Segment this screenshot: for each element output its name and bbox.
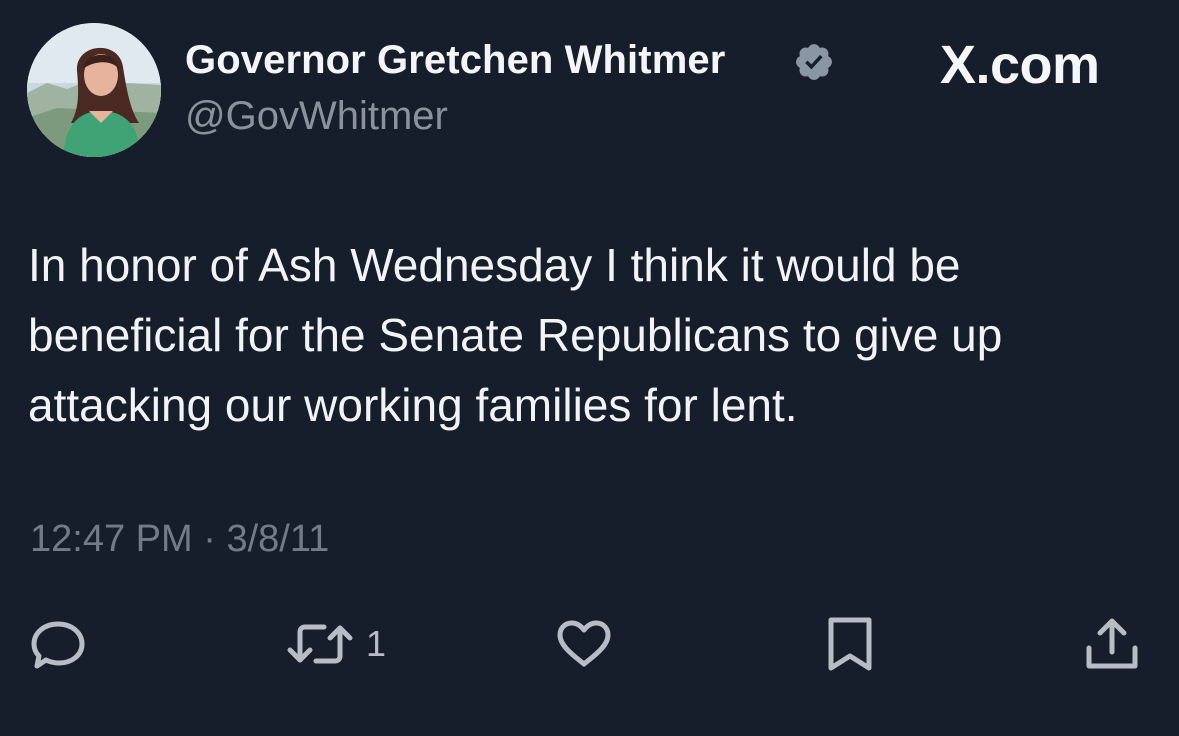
like-icon [557,620,611,667]
avatar[interactable] [27,23,161,157]
retweet-button[interactable]: 1 [286,616,386,672]
tweet-time: 12:47 PM [30,518,193,560]
tweet-text: In honor of Ash Wednesday I think it wou… [28,239,1003,431]
tweet-date: 3/8/11 [226,518,330,560]
bookmark-button[interactable] [822,616,878,672]
share-icon [1086,618,1138,669]
avatar-photo [27,23,161,157]
tweet-card: Governor Gretchen Whitmer @GovWhitmer X.… [0,0,1179,736]
verified-badge-icon [796,44,832,80]
retweet-count: 1 [366,623,387,664]
like-button[interactable] [554,616,614,672]
author-handle[interactable]: @GovWhitmer [185,94,448,139]
share-button[interactable] [1084,616,1140,672]
brand-watermark: X.com [940,35,1100,95]
tweet-timestamp[interactable]: 12:47 PM · 3/8/11 [30,518,329,561]
reply-icon [31,621,85,669]
author-display-name[interactable]: Governor Gretchen Whitmer [185,38,725,83]
retweet-icon [287,624,353,664]
timestamp-separator: · [203,518,216,560]
bookmark-icon [828,617,872,671]
reply-button[interactable] [28,616,88,672]
